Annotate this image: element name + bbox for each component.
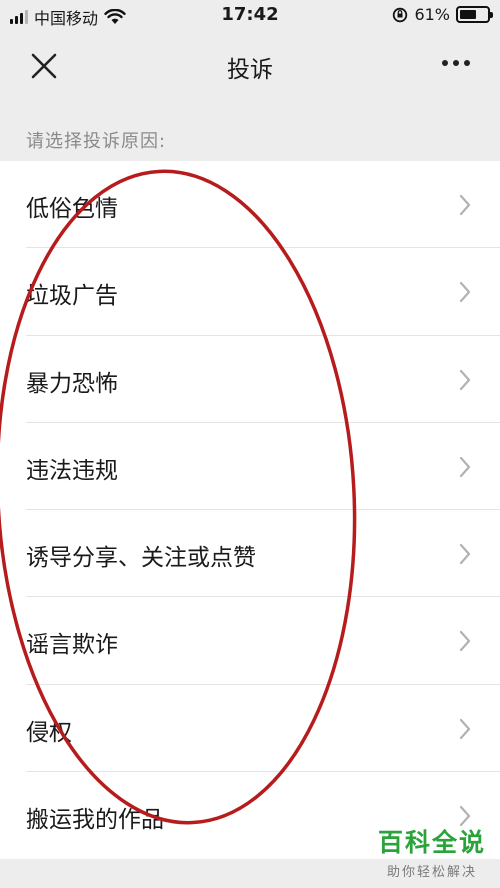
battery-icon xyxy=(456,6,493,23)
rotation-lock-icon xyxy=(393,7,408,22)
chevron-right-icon xyxy=(459,456,471,477)
chevron-right-icon xyxy=(459,544,471,565)
list-item[interactable]: 谣言欺诈 xyxy=(0,597,500,686)
list-item-label: 搬运我的作品 xyxy=(26,807,164,834)
list-item[interactable]: 侵权 xyxy=(0,685,500,773)
chevron-right-icon xyxy=(459,369,471,390)
status-bar: 中国移动 17:42 61% xyxy=(0,0,500,32)
list-item-label: 谣言欺诈 xyxy=(26,632,118,659)
watermark-subtitle: 助你轻松解决 xyxy=(386,865,477,880)
list-item-label: 诱导分享、关注或点赞 xyxy=(26,545,256,572)
list-item[interactable]: 诱导分享、关注或点赞 xyxy=(0,510,500,598)
chevron-right-icon xyxy=(459,718,471,739)
list-item-label: 低俗色情 xyxy=(26,196,118,222)
list-item-label: 侵权 xyxy=(26,719,72,746)
list-item-label: 垃圾广告 xyxy=(26,283,118,310)
chevron-right-icon xyxy=(459,631,471,652)
status-right: 61% xyxy=(392,5,493,24)
list-item-label: 违法违规 xyxy=(26,457,118,484)
nav-bar: 投诉 xyxy=(0,32,500,100)
page-title: 投诉 xyxy=(227,57,273,83)
battery-percent: 61% xyxy=(414,5,450,24)
list-item[interactable]: 违法违规 xyxy=(0,423,500,511)
more-icon[interactable] xyxy=(442,60,472,72)
battery-fill xyxy=(460,10,476,19)
list-item[interactable]: 低俗色情 xyxy=(0,161,500,249)
chevron-right-icon xyxy=(459,194,471,216)
watermark-logo: 百科全说 助你轻松解决 xyxy=(378,823,486,880)
list-item[interactable]: 暴力恐怖 xyxy=(0,336,500,424)
list-item-label: 暴力恐怖 xyxy=(26,370,118,397)
watermark-title: 百科全说 xyxy=(377,828,486,857)
section-label: 请选择投诉原因: xyxy=(26,131,167,152)
list-item[interactable]: 垃圾广告 xyxy=(0,248,500,336)
reason-list: 低俗色情 垃圾广告 暴力恐怖 违法违规 诱导分享、关注或点赞 谣言欺诈 侵权 搬… xyxy=(0,161,500,860)
chevron-right-icon xyxy=(459,282,471,303)
